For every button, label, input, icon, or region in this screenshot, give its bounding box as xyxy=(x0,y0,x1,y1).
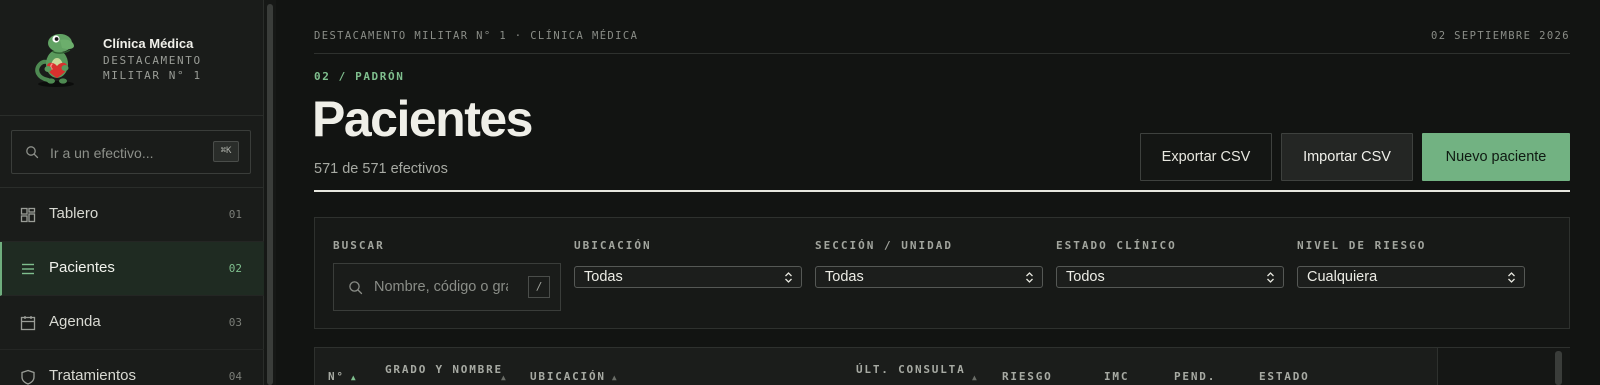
grid-icon xyxy=(20,207,36,223)
filter-panel: BUSCAR Nombre, código o grado / UBICACIÓ… xyxy=(314,217,1570,329)
column-label: N° xyxy=(328,370,345,383)
select-value: Cualquiera xyxy=(1307,269,1378,285)
sort-icon: ▲ xyxy=(972,373,979,382)
search-placeholder: Nombre, código o grado xyxy=(374,279,508,295)
sidebar-item-number: 04 xyxy=(228,370,242,383)
sidebar-item-number: 03 xyxy=(228,316,242,329)
sort-icon: ▲ xyxy=(611,373,619,382)
list-icon xyxy=(22,263,34,275)
jump-to-search[interactable]: Ir a un efectivo... ⌘K xyxy=(11,130,251,174)
select-value: Todas xyxy=(584,269,623,285)
riesgo-select[interactable]: Cualquiera xyxy=(1297,266,1525,288)
column-label: GRADO Y NOMBRE xyxy=(385,363,503,376)
breadcrumb: DESTACAMENTO MILITAR N° 1 · CLÍNICA MÉDI… xyxy=(314,30,639,42)
jump-placeholder: Ir a un efectivo... xyxy=(50,145,154,161)
sidebar-item-number: 01 xyxy=(228,208,242,221)
sidebar-item-tratamientos[interactable]: Tratamientos 04 xyxy=(0,350,264,385)
sidebar-item-agenda[interactable]: Agenda 03 xyxy=(0,296,264,350)
shortcut-badge: ⌘K xyxy=(213,141,239,162)
table-header: N° ▲ GRADO Y NOMBRE ▲ UBICACIÓN ▲ ÚLT. CONS… xyxy=(314,347,1438,385)
column-header-riesgo[interactable]: RIESGO xyxy=(1002,369,1053,385)
current-date: 02 SEPTIEMBRE 2026 xyxy=(1431,30,1570,42)
sidebar-scrollbar[interactable] xyxy=(264,0,276,385)
filter-label-ubicacion: UBICACIÓN xyxy=(574,239,652,252)
page-title: Pacientes xyxy=(312,91,533,147)
column-header-number[interactable]: N° ▲ xyxy=(328,369,357,385)
search-icon xyxy=(349,281,363,295)
title-divider xyxy=(314,190,1570,192)
table-side-panel xyxy=(1438,347,1570,385)
scrollbar-thumb[interactable] xyxy=(267,4,273,385)
column-header-ubicacion[interactable]: UBICACIÓN ▲ xyxy=(530,369,618,385)
chevron-up-down-icon xyxy=(785,272,792,283)
sidebar-item-label: Tratamientos xyxy=(49,367,136,384)
new-patient-button[interactable]: Nuevo paciente xyxy=(1422,133,1570,181)
record-count: 571 de 571 efectivos xyxy=(314,161,448,177)
sidebar-nav: Tablero 01 Pacientes 02 Agenda 03 Tratam… xyxy=(0,188,264,385)
crocodile-logo-icon xyxy=(35,34,74,87)
sort-asc-icon: ▲ xyxy=(350,373,358,382)
calendar-icon xyxy=(20,316,36,331)
column-header-ult-consulta[interactable]: ÚLT. CONSULTA ▲ xyxy=(856,362,981,382)
search-input[interactable]: Nombre, código o grado / xyxy=(333,263,561,311)
filter-label-seccion: SECCIÓN / UNIDAD xyxy=(815,239,953,252)
filter-label-riesgo: NIVEL DE RIESGO xyxy=(1297,239,1427,252)
section-label: 02 / PADRÓN xyxy=(314,70,405,83)
chevron-up-down-icon xyxy=(1026,272,1033,283)
column-label: UBICACIÓN xyxy=(530,370,606,383)
brand-block: Clínica Médica Destacamento Militar N° 1 xyxy=(0,0,264,116)
chevron-up-down-icon xyxy=(1267,272,1274,283)
sidebar-item-label: Tablero xyxy=(49,205,99,222)
table-scrollbar[interactable] xyxy=(1555,351,1562,385)
seccion-select[interactable]: Todas xyxy=(815,266,1043,288)
top-bar: DESTACAMENTO MILITAR N° 1 · CLÍNICA MÉDI… xyxy=(314,30,1570,54)
sidebar-item-pacientes[interactable]: Pacientes 02 xyxy=(0,242,264,296)
import-csv-button[interactable]: Importar CSV xyxy=(1281,133,1413,181)
sidebar-item-label: Pacientes xyxy=(49,259,115,276)
search-icon xyxy=(26,146,39,159)
search-shortcut-badge: / xyxy=(528,276,550,298)
column-header-pendientes[interactable]: PEND. xyxy=(1174,369,1216,385)
ubicacion-select[interactable]: Todas xyxy=(574,266,802,288)
shield-icon xyxy=(21,369,35,385)
column-header-estado[interactable]: ESTADO xyxy=(1259,369,1310,385)
sidebar: Clínica Médica Destacamento Militar N° 1… xyxy=(0,0,264,385)
estado-select[interactable]: Todos xyxy=(1056,266,1284,288)
filter-label-search: BUSCAR xyxy=(333,239,385,252)
column-header-imc[interactable]: IMC xyxy=(1104,369,1129,385)
brand-title: Clínica Médica xyxy=(103,36,194,51)
chevron-up-down-icon xyxy=(1508,272,1515,283)
select-value: Todos xyxy=(1066,269,1105,285)
export-csv-button[interactable]: Exportar CSV xyxy=(1140,133,1272,181)
sidebar-item-number: 02 xyxy=(228,262,242,275)
select-value: Todas xyxy=(825,269,864,285)
filter-label-estado: ESTADO CLÍNICO xyxy=(1056,239,1177,252)
sidebar-item-tablero[interactable]: Tablero 01 xyxy=(0,188,264,242)
main-content: DESTACAMENTO MILITAR N° 1 · CLÍNICA MÉDI… xyxy=(276,0,1600,385)
column-header-grado-nombre[interactable]: GRADO Y NOMBRE ▲ xyxy=(385,362,515,382)
column-label: ÚLT. CONSULTA xyxy=(856,363,966,376)
sort-icon: ▲ xyxy=(501,373,508,382)
brand-subtitle: Destacamento Militar N° 1 xyxy=(103,54,202,82)
sidebar-item-label: Agenda xyxy=(49,313,101,330)
